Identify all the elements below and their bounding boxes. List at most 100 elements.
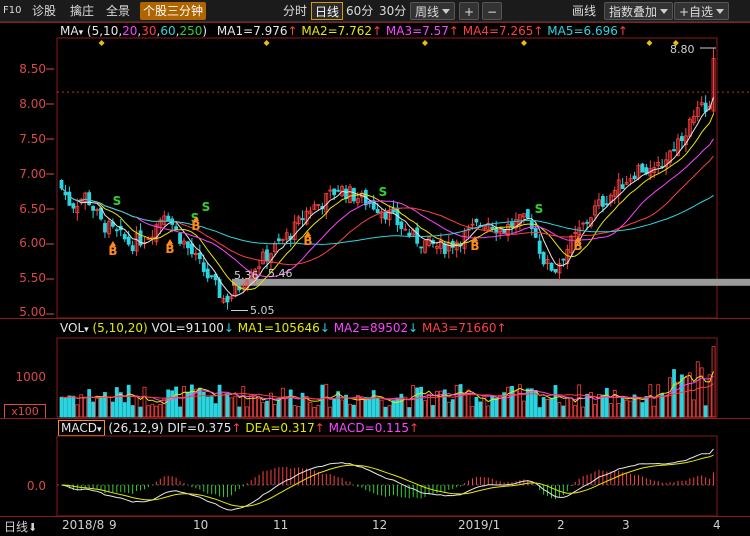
volume-bar [399,393,404,418]
candle-body [332,188,337,196]
support-band [232,278,750,286]
candle-body [549,262,554,271]
volume-bar [664,395,669,418]
candle-body [407,232,412,237]
volume-bar [114,387,119,418]
candle-body [178,233,182,244]
candle-body [225,295,230,303]
volume-bar [276,399,281,418]
candle-body [174,226,179,230]
volume-bar [146,405,151,418]
candle-body [604,203,609,206]
buy-signal: B [165,242,174,256]
volume-bar [375,397,380,418]
event-diamond-icon [646,40,653,46]
event-diamond-icon [263,40,270,46]
candle-body [205,268,210,279]
low2-label-a: 5.36 [234,269,259,282]
candle-body [91,205,96,211]
volume-bar [229,397,234,418]
volume-bar [648,384,653,418]
volume-bar [150,403,155,418]
candle-body [399,221,404,229]
candle-body [541,251,546,265]
volume-bar [288,389,293,418]
volume-bar [573,404,578,418]
candle-body [474,218,479,223]
volume-bar [190,384,194,418]
high-price-label: 8.80 [670,43,695,56]
volume-bar [95,397,99,418]
volume-bar [371,390,376,418]
candle-body [561,258,566,261]
event-diamond-icon [422,40,428,46]
volume-bar [292,405,297,418]
candle-body [680,136,684,142]
volume-bar [221,391,226,418]
volume-bar [352,404,356,418]
vol-ma-line-3 [61,383,714,400]
sell-signal: S [202,200,211,214]
event-diamond-icon [98,40,105,46]
candle-body [415,227,420,244]
volume-bar [83,396,88,418]
volume-bar [316,404,321,418]
volume-bar [553,385,558,418]
volume-bar [600,394,605,418]
panel-frame [56,337,718,418]
volume-bar [284,398,289,418]
volume-bar [261,402,265,418]
volume-bar [529,388,534,418]
candle-body [525,209,530,219]
volume-bar [182,385,186,418]
volume-bar [604,387,609,418]
candle-body [190,243,194,255]
dif-line [61,448,714,511]
volume-bar [67,395,72,418]
candle-body [103,223,107,233]
volume-bar [454,384,459,418]
volume-bar [411,384,416,418]
volume-bar [652,405,657,418]
sell-signal: S [379,185,388,199]
volume-bar [130,405,135,418]
volume-bar [237,406,242,418]
volume-bar [99,396,103,418]
volume-bar [581,406,586,418]
volume-bar [616,403,621,418]
volume-bar [423,400,427,418]
volume-bar [170,390,175,418]
candle-body [510,222,514,228]
candle-body [375,209,380,214]
volume-bar [636,398,641,418]
volume-bar [711,346,716,418]
panel-frame [56,37,718,319]
volume-bar [300,392,305,418]
volume-bar [486,405,491,418]
volume-bar [545,398,550,418]
volume-bar [521,400,526,418]
volume-bar [379,399,384,418]
candle-body [130,245,135,252]
kline-chart[interactable]: 8.80 5.05 5.36 5.46 SSSSSBBBBBB [0,0,750,536]
volume-bar [624,399,629,418]
candle-body [419,246,424,249]
volume-bar [541,397,546,418]
candle-body [186,241,190,249]
candle-body [209,275,214,278]
ma-line-1 [61,97,714,297]
volume-bar [557,402,562,418]
volume-bar [197,387,202,418]
volume-bar [225,393,230,418]
volume-bar [419,386,424,418]
candle-body [166,215,171,222]
sell-signal: S [113,194,122,208]
volume-bar [126,384,131,418]
volume-bar [209,396,214,418]
volume-bar [162,397,167,418]
candle-body [442,243,447,254]
volume-bar [324,383,329,418]
volume-bar [450,399,455,418]
candle-body [71,203,76,209]
volume-bar [691,399,696,418]
